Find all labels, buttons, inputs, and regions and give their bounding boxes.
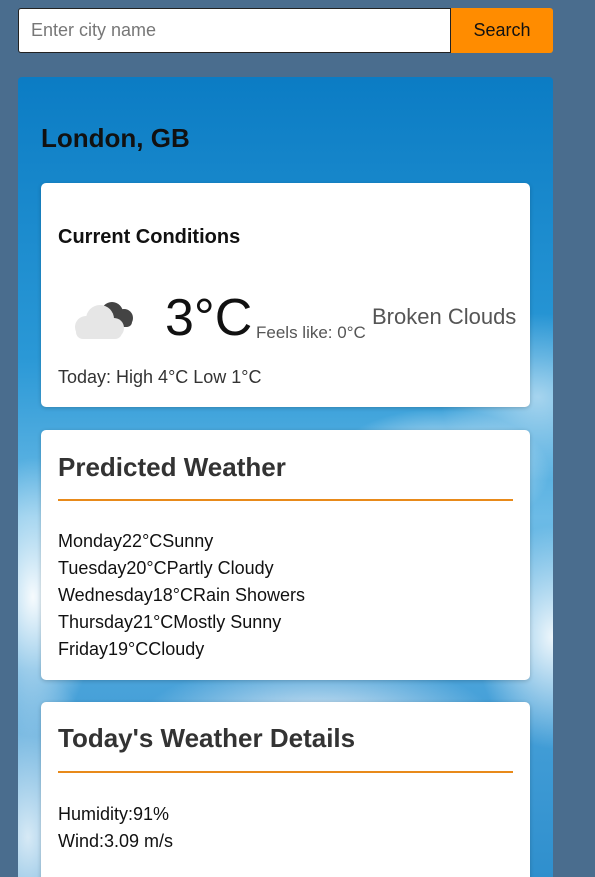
forecast-day: Tuesday [58, 558, 127, 578]
feels-like-temperature: Feels like: 0°C [256, 323, 366, 342]
forecast-temp: 19°C [108, 639, 149, 659]
current-conditions-title: Current Conditions [58, 226, 241, 248]
forecast-day: Thursday [58, 612, 134, 632]
weather-details-title: Today's Weather Details [58, 723, 356, 753]
detail-label: Wind: [58, 831, 105, 851]
weather-panel: London, GB Current Conditions 3°C Feels … [18, 77, 553, 877]
current-temperature: 3°C [165, 289, 253, 347]
forecast-item: Monday22°CSunny [58, 530, 305, 557]
search-bar: Search [18, 8, 553, 53]
forecast-item: Wednesday18°CRain Showers [58, 584, 305, 611]
details-list: Humidity:91% Wind:3.09 m/s [58, 803, 173, 857]
forecast-day: Monday [58, 531, 123, 551]
predicted-weather-card: Predicted Weather Monday22°CSunny Tuesda… [41, 430, 530, 680]
forecast-condition: Rain Showers [192, 585, 306, 605]
today-high-low: Today: High 4°C Low 1°C [58, 367, 262, 387]
city-name: London, GB [41, 123, 190, 153]
detail-humidity: Humidity:91% [58, 803, 173, 830]
weather-details-card: Today's Weather Details Humidity:91% Win… [41, 702, 530, 877]
forecast-day: Wednesday [58, 585, 153, 605]
forecast-condition: Mostly Sunny [173, 612, 282, 632]
section-divider [58, 499, 513, 501]
search-button[interactable]: Search [451, 8, 553, 53]
broken-clouds-icon [75, 302, 133, 339]
forecast-condition: Cloudy [148, 639, 205, 659]
current-condition: Broken Clouds [372, 304, 517, 329]
forecast-item: Thursday21°CMostly Sunny [58, 611, 305, 638]
city-search-input[interactable] [18, 8, 451, 53]
section-divider [58, 771, 513, 773]
detail-value: 3.09 m/s [104, 831, 174, 851]
detail-label: Humidity: [58, 804, 134, 824]
forecast-temp: 20°C [126, 558, 167, 578]
forecast-condition: Partly Cloudy [166, 558, 274, 578]
forecast-condition: Sunny [162, 531, 214, 551]
forecast-item: Tuesday20°CPartly Cloudy [58, 557, 305, 584]
forecast-temp: 18°C [152, 585, 193, 605]
current-conditions-card: Current Conditions 3°C Feels like: 0°C B… [41, 183, 530, 407]
forecast-list: Monday22°CSunny Tuesday20°CPartly Cloudy… [58, 530, 305, 665]
forecast-day: Friday [58, 639, 109, 659]
detail-value: 91% [133, 804, 170, 824]
forecast-temp: 21°C [133, 612, 174, 632]
forecast-item: Friday19°CCloudy [58, 638, 305, 665]
predicted-weather-title: Predicted Weather [58, 452, 286, 482]
forecast-temp: 22°C [122, 531, 163, 551]
